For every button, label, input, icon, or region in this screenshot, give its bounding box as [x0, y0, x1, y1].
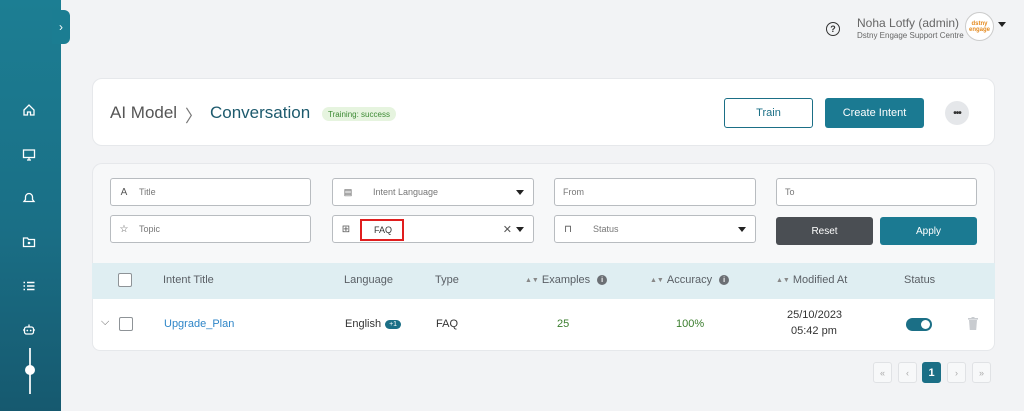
page-header: AI Model 〉 Conversation Training: succes… — [92, 78, 995, 146]
avatar[interactable]: dstny engage — [965, 12, 994, 41]
intent-language-placeholder: Intent Language — [373, 187, 439, 197]
from-date-placeholder: From — [563, 187, 584, 197]
topic-filter-input[interactable]: ☆ Topic — [110, 215, 311, 243]
info-icon[interactable]: i — [597, 275, 608, 285]
column-label: Language — [344, 274, 393, 286]
filter-panel: A Title ☆ Topic ▤ Intent Language ⊞ FAQ … — [92, 163, 995, 263]
text-icon: A — [120, 186, 128, 198]
column-accuracy[interactable]: ▲▼ Accuracy i — [650, 274, 730, 286]
page-title: Conversation — [210, 103, 311, 122]
type-select[interactable]: ⊞ FAQ ✕ — [332, 215, 534, 243]
status-toggle[interactable] — [906, 318, 932, 331]
column-label: Status — [904, 274, 936, 286]
language-count-badge[interactable]: +1 — [385, 320, 402, 329]
robot-icon[interactable] — [20, 321, 38, 339]
intent-language-select[interactable]: ▤ Intent Language — [332, 178, 534, 206]
bookmark-icon: ⊓ — [564, 223, 572, 235]
info-icon[interactable]: i — [719, 275, 730, 285]
topic-filter-placeholder: Topic — [139, 224, 161, 234]
trash-icon[interactable] — [968, 317, 978, 330]
column-status: Status — [904, 274, 935, 286]
column-examples[interactable]: ▲▼ Examples i — [525, 274, 608, 286]
language-cell: English +1 — [345, 318, 402, 330]
row-checkbox[interactable] — [119, 317, 133, 331]
type-selected-value: FAQ — [360, 219, 404, 241]
column-label: Accuracy — [666, 274, 713, 286]
next-page-button[interactable]: › — [947, 362, 966, 383]
select-all-checkbox[interactable] — [118, 273, 132, 287]
more-options-button[interactable]: ••• — [945, 101, 969, 125]
list-icon[interactable] — [20, 277, 38, 295]
type-cell: FAQ — [436, 318, 459, 330]
table-header: Intent Title Language Type ▲▼ Examples i… — [92, 263, 995, 299]
create-intent-button[interactable]: Create Intent — [825, 98, 924, 128]
sidebar-toggle-button[interactable]: › — [52, 10, 70, 44]
bell-icon[interactable] — [20, 189, 38, 207]
sort-icon: ▲▼ — [650, 276, 664, 284]
column-label: Modified At — [792, 274, 848, 286]
status-select[interactable]: ⊓ Status — [554, 215, 756, 243]
sidebar — [0, 0, 61, 411]
last-page-button[interactable]: » — [972, 362, 991, 383]
caret-down-icon — [516, 190, 524, 195]
chevron-right-icon: › — [59, 20, 63, 34]
first-page-button[interactable]: « — [873, 362, 892, 383]
modified-time-cell: 05:42 pm — [791, 325, 837, 337]
title-filter-placeholder: Title — [139, 187, 156, 197]
sidebar-slider-knob[interactable] — [25, 365, 35, 375]
table-row[interactable]: ⌵ Upgrade_Plan English +1 FAQ 25 100% 25/… — [92, 299, 995, 351]
star-icon: ☆ — [119, 223, 129, 235]
user-organization: Dstny Engage Support Centre — [857, 31, 964, 40]
to-date-placeholder: To — [785, 187, 795, 197]
prev-page-button[interactable]: ‹ — [898, 362, 917, 383]
sort-icon: ▲▼ — [776, 276, 790, 284]
grid-icon: ⊞ — [341, 223, 351, 235]
folder-icon[interactable] — [20, 233, 38, 251]
column-intent-title[interactable]: Intent Title — [163, 274, 214, 286]
language-value: English — [345, 318, 382, 330]
column-modified-at[interactable]: ▲▼ Modified At — [776, 274, 847, 286]
title-filter-input[interactable]: A Title — [110, 178, 311, 206]
to-date-input[interactable]: To — [776, 178, 977, 206]
status-placeholder: Status — [593, 224, 619, 234]
apply-button[interactable]: Apply — [880, 217, 977, 245]
from-date-input[interactable]: From — [554, 178, 756, 206]
home-icon[interactable] — [20, 101, 38, 119]
clear-icon[interactable]: ✕ — [503, 223, 512, 236]
examples-cell: 25 — [557, 318, 570, 330]
status-badge: Training: success — [322, 107, 396, 121]
sort-icon: ▲▼ — [525, 276, 539, 284]
reset-button[interactable]: Reset — [776, 217, 873, 245]
column-language: Language — [344, 274, 393, 286]
breadcrumb-root[interactable]: AI Model — [110, 103, 177, 123]
column-label: Intent Title — [163, 274, 214, 286]
help-icon[interactable]: ? — [826, 22, 840, 36]
train-button[interactable]: Train — [724, 98, 813, 128]
caret-down-icon — [738, 227, 746, 232]
chevron-down-icon[interactable]: ⌵ — [101, 316, 109, 329]
monitor-icon[interactable] — [20, 146, 38, 164]
modified-date-cell: 25/10/2023 — [787, 309, 843, 321]
caret-down-icon[interactable] — [998, 22, 1006, 27]
column-type: Type — [435, 274, 459, 286]
user-name: Noha Lotfy (admin) — [857, 16, 960, 30]
current-page-button[interactable]: 1 — [922, 362, 941, 383]
chevron-right-icon: 〉 — [185, 107, 202, 126]
caret-down-icon — [516, 227, 524, 232]
intent-title-link[interactable]: Upgrade_Plan — [164, 318, 234, 330]
column-label: Examples — [541, 274, 591, 286]
language-icon: ▤ — [343, 186, 353, 197]
accuracy-cell: 100% — [676, 318, 705, 330]
column-label: Type — [435, 274, 459, 286]
